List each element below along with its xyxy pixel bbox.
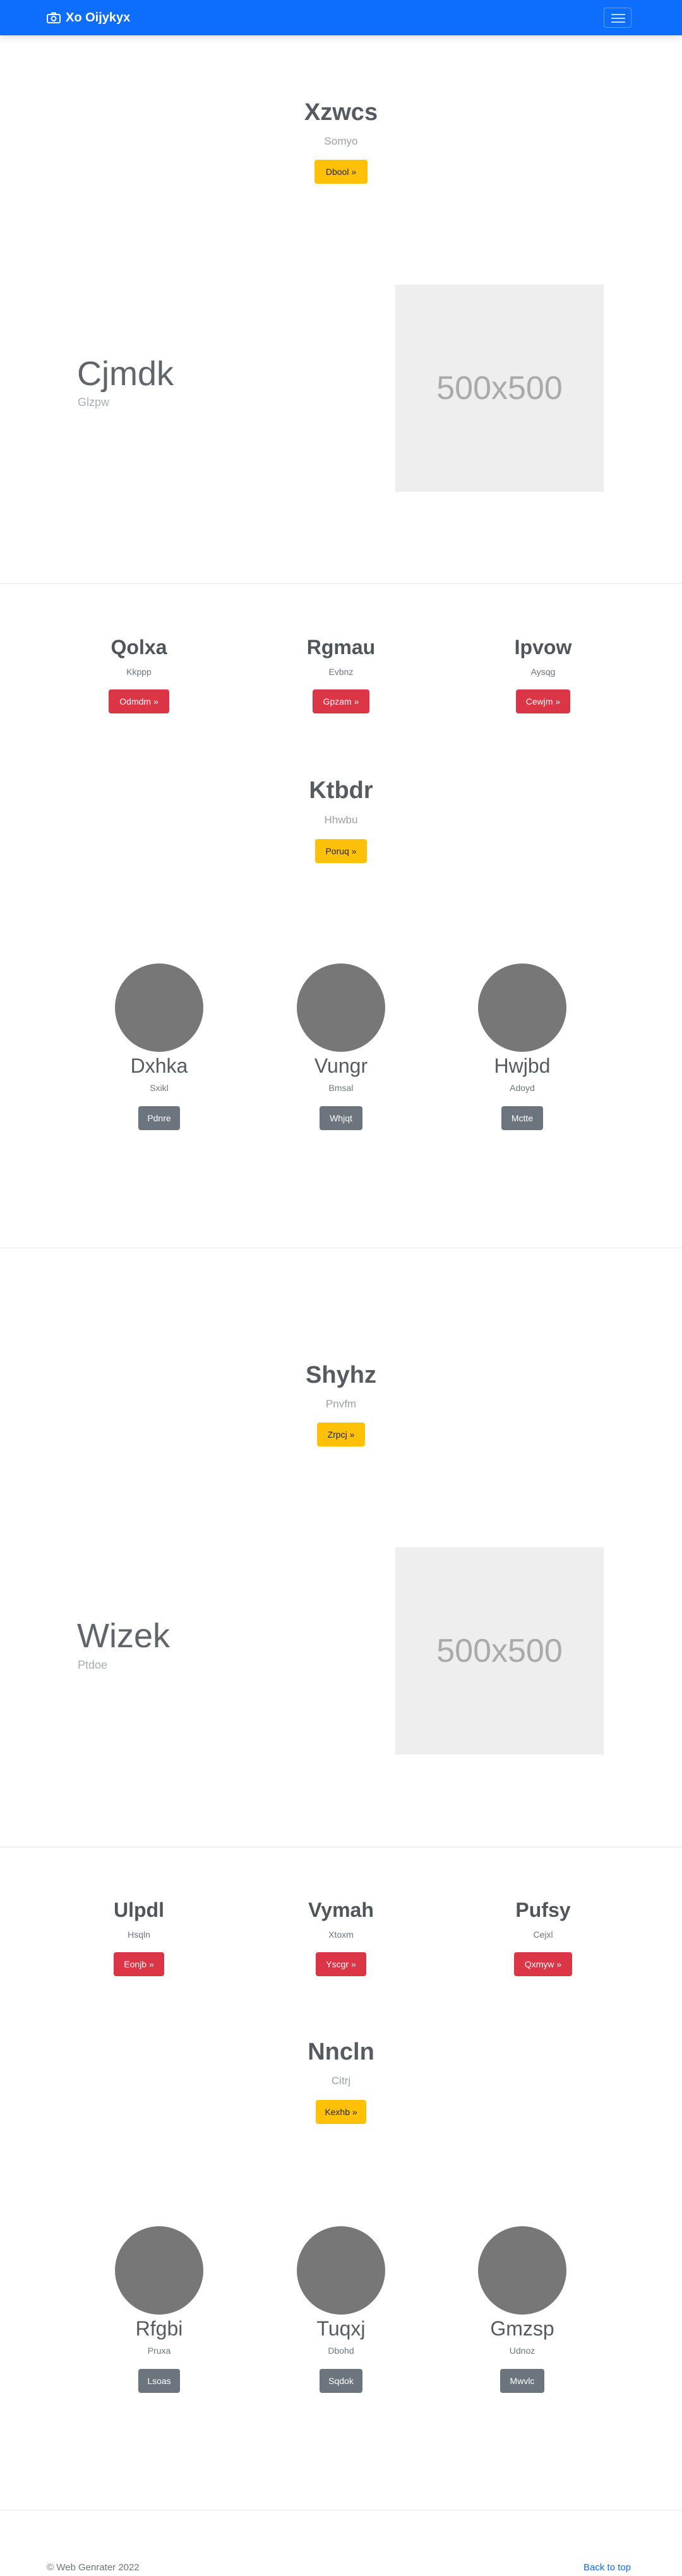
hero-title: Xzwcs xyxy=(304,99,378,126)
column-button[interactable]: Qxmyw » xyxy=(514,1952,572,1976)
feature-title: Cjmdk xyxy=(77,355,174,393)
column-button[interactable]: Cewjm » xyxy=(516,689,570,713)
placeholder-image-label: 500x500 xyxy=(436,370,563,407)
person-button[interactable]: Lsoas xyxy=(138,2369,180,2393)
avatar xyxy=(115,2226,203,2315)
column-text: Xtoxm xyxy=(328,1929,354,1940)
column-text: Aysqg xyxy=(530,667,556,677)
feature-title: Wizek xyxy=(77,1617,170,1655)
placeholder-image: 500x500 xyxy=(395,285,604,492)
column-text: Evbnz xyxy=(328,667,354,677)
person-name: Rfgbi xyxy=(135,2317,183,2340)
person-name: Hwjbd xyxy=(494,1054,551,1077)
avatar xyxy=(297,963,385,1052)
column-text: Cejxl xyxy=(533,1929,553,1940)
column-title: Qolxa xyxy=(111,636,167,659)
person-text: Adoyd xyxy=(510,1083,535,1093)
navbar: Xo Oijykyx xyxy=(0,0,682,35)
person-name: Gmzsp xyxy=(490,2317,554,2340)
person-name: Dxhka xyxy=(130,1054,188,1077)
column-title: Rgmau xyxy=(306,636,376,659)
placeholder-image-label: 500x500 xyxy=(436,1633,563,1669)
column-text: Hsqln xyxy=(128,1929,150,1940)
column-text: Kkppp xyxy=(126,667,152,677)
hero-subtitle: Citrj xyxy=(331,2075,351,2087)
hero-title: Ktbdr xyxy=(309,777,373,804)
column-button[interactable]: Yscgr » xyxy=(316,1952,366,1976)
person-text: Bmsal xyxy=(328,1083,354,1093)
person-text: Pruxa xyxy=(147,2346,171,2356)
footer-copyright: © Web Genrater 2022 xyxy=(47,2562,140,2573)
person-button[interactable]: Mwvlc xyxy=(500,2369,544,2393)
navbar-toggler-button[interactable] xyxy=(604,8,631,28)
column-title: Vymah xyxy=(308,1899,374,1921)
hero-subtitle: Somyo xyxy=(324,135,358,147)
column-button[interactable]: Odmdm » xyxy=(109,689,169,713)
feature-subtitle: Glzpw xyxy=(78,396,110,408)
person-text: Sxikl xyxy=(150,1083,169,1093)
brand-link[interactable]: Xo Oijykyx xyxy=(47,10,130,25)
hero-title: Shyhz xyxy=(306,1362,376,1388)
avatar xyxy=(478,963,566,1052)
brand-name: Xo Oijykyx xyxy=(66,11,131,25)
avatar xyxy=(478,2226,566,2315)
column-title: Ipvow xyxy=(514,636,572,659)
avatar xyxy=(297,2226,385,2315)
hero-button[interactable]: Zrpcj » xyxy=(317,1422,365,1446)
person-name: Vungr xyxy=(314,1054,368,1077)
hamburger-menu-icon xyxy=(611,14,625,15)
column-button[interactable]: Gpzam » xyxy=(313,689,369,713)
back-to-top-link[interactable]: Back to top xyxy=(583,2562,631,2573)
placeholder-image: 500x500 xyxy=(395,1547,604,1755)
person-button[interactable]: Whjqt xyxy=(320,1106,362,1130)
column-title: Ulpdl xyxy=(114,1899,164,1921)
person-text: Dbohd xyxy=(328,2346,354,2356)
avatar xyxy=(115,963,203,1052)
hero-title: Nncln xyxy=(308,2039,374,2065)
person-name: Tuqxj xyxy=(316,2317,366,2340)
hero-subtitle: Hhwbu xyxy=(324,814,358,826)
hero-subtitle: Pnvfm xyxy=(325,1398,357,1410)
person-text: Udnoz xyxy=(509,2346,535,2356)
camera-icon xyxy=(47,12,61,23)
person-button[interactable]: Mctte xyxy=(501,1106,543,1130)
hero-button[interactable]: Poruq » xyxy=(315,839,367,863)
column-button[interactable]: Eonjb » xyxy=(114,1952,164,1976)
person-button[interactable]: Pdnre xyxy=(138,1106,180,1130)
section-divider xyxy=(0,583,682,584)
hero-button[interactable]: Dbool » xyxy=(314,160,368,184)
person-button[interactable]: Sqdok xyxy=(320,2369,362,2393)
feature-subtitle: Ptdoe xyxy=(78,1659,108,1671)
column-title: Pufsy xyxy=(515,1899,571,1921)
hero-button[interactable]: Kexhb » xyxy=(316,2100,366,2124)
